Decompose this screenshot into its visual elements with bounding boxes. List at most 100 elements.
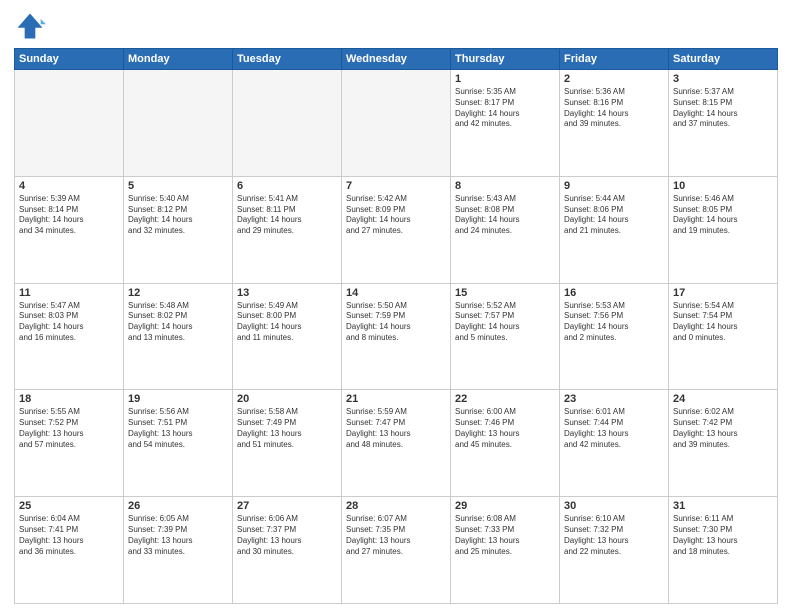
cell-info: Sunrise: 6:11 AMSunset: 7:30 PMDaylight:… <box>673 514 773 557</box>
cell-day-number: 2 <box>564 73 664 85</box>
cell-info: Sunrise: 5:40 AMSunset: 8:12 PMDaylight:… <box>128 194 228 237</box>
cell-day-number: 29 <box>455 500 555 512</box>
logo-icon <box>14 10 46 42</box>
calendar-cell: 24Sunrise: 6:02 AMSunset: 7:42 PMDayligh… <box>669 390 778 497</box>
cell-day-number: 13 <box>237 287 337 299</box>
cell-day-number: 15 <box>455 287 555 299</box>
calendar-cell: 5 Sunrise: 5:40 AMSunset: 8:12 PMDaylight… <box>124 176 233 283</box>
calendar-header-saturday: Saturday <box>669 49 778 70</box>
calendar-cell: 11Sunrise: 5:47 AMSunset: 8:03 PMDayligh… <box>15 283 124 390</box>
calendar-cell: 29 Sunrise: 6:08 AMSunset: 7:33 PMDayligh… <box>451 497 560 604</box>
calendar-cell: 28 Sunrise: 6:07 AMSunset: 7:35 PMDayligh… <box>342 497 451 604</box>
cell-info: Sunrise: 5:56 AMSunset: 7:51 PMDaylight:… <box>128 407 228 450</box>
cell-day-number: 30 <box>564 500 664 512</box>
cell-day-number: 23 <box>564 393 664 405</box>
cell-info: Sunrise: 6:07 AMSunset: 7:35 PMDaylight:… <box>346 514 446 557</box>
cell-info: Sunrise: 5:43 AMSunset: 8:08 PMDaylight:… <box>455 194 555 237</box>
cell-info: Sunrise: 5:46 AMSunset: 8:05 PMDaylight:… <box>673 194 773 237</box>
cell-info: Sunrise: 5:47 AMSunset: 8:03 PMDaylight:… <box>19 301 119 344</box>
calendar-cell: 23 Sunrise: 6:01 AMSunset: 7:44 PMDayligh… <box>560 390 669 497</box>
cell-day-number: 8 <box>455 180 555 192</box>
cell-info: Sunrise: 5:36 AMSunset: 8:16 PMDaylight:… <box>564 87 664 130</box>
cell-info: Sunrise: 6:04 AMSunset: 7:41 PMDaylight:… <box>19 514 119 557</box>
calendar-cell: 31 Sunrise: 6:11 AMSunset: 7:30 PMDayligh… <box>669 497 778 604</box>
cell-info: Sunrise: 5:50 AMSunset: 7:59 PMDaylight:… <box>346 301 446 344</box>
cell-info: Sunrise: 5:35 AMSunset: 8:17 PMDaylight:… <box>455 87 555 130</box>
cell-info: Sunrise: 6:08 AMSunset: 7:33 PMDaylight:… <box>455 514 555 557</box>
calendar-cell: 22Sunrise: 6:00 AMSunset: 7:46 PMDayligh… <box>451 390 560 497</box>
calendar-cell: 17Sunrise: 5:54 AMSunset: 7:54 PMDayligh… <box>669 283 778 390</box>
cell-info: Sunrise: 5:49 AMSunset: 8:00 PMDaylight:… <box>237 301 337 344</box>
cell-info: Sunrise: 5:42 AMSunset: 8:09 PMDaylight:… <box>346 194 446 237</box>
calendar-week-3: 11Sunrise: 5:47 AMSunset: 8:03 PMDayligh… <box>15 283 778 390</box>
calendar-header-friday: Friday <box>560 49 669 70</box>
cell-info: Sunrise: 6:10 AMSunset: 7:32 PMDaylight:… <box>564 514 664 557</box>
calendar-cell: 7 Sunrise: 5:42 AMSunset: 8:09 PMDaylight… <box>342 176 451 283</box>
cell-day-number: 14 <box>346 287 446 299</box>
logo <box>14 10 50 42</box>
calendar-cell <box>233 70 342 177</box>
calendar-cell: 14 Sunrise: 5:50 AMSunset: 7:59 PMDayligh… <box>342 283 451 390</box>
calendar-cell: 30 Sunrise: 6:10 AMSunset: 7:32 PMDayligh… <box>560 497 669 604</box>
calendar-cell: 26Sunrise: 6:05 AMSunset: 7:39 PMDayligh… <box>124 497 233 604</box>
calendar-cell: 16Sunrise: 5:53 AMSunset: 7:56 PMDayligh… <box>560 283 669 390</box>
calendar-cell <box>124 70 233 177</box>
calendar-cell: 25 Sunrise: 6:04 AMSunset: 7:41 PMDayligh… <box>15 497 124 604</box>
cell-info: Sunrise: 5:55 AMSunset: 7:52 PMDaylight:… <box>19 407 119 450</box>
cell-day-number: 1 <box>455 73 555 85</box>
cell-info: Sunrise: 5:37 AMSunset: 8:15 PMDaylight:… <box>673 87 773 130</box>
calendar-header-row: SundayMondayTuesdayWednesdayThursdayFrid… <box>15 49 778 70</box>
calendar-header-sunday: Sunday <box>15 49 124 70</box>
calendar-cell: 13 Sunrise: 5:49 AMSunset: 8:00 PMDayligh… <box>233 283 342 390</box>
cell-day-number: 17 <box>673 287 773 299</box>
cell-day-number: 25 <box>19 500 119 512</box>
cell-day-number: 4 <box>19 180 119 192</box>
calendar-cell: 1 Sunrise: 5:35 AMSunset: 8:17 PMDaylight… <box>451 70 560 177</box>
calendar-cell: 4 Sunrise: 5:39 AMSunset: 8:14 PMDaylight… <box>15 176 124 283</box>
calendar-week-2: 4 Sunrise: 5:39 AMSunset: 8:14 PMDaylight… <box>15 176 778 283</box>
calendar-week-1: 1 Sunrise: 5:35 AMSunset: 8:17 PMDaylight… <box>15 70 778 177</box>
cell-info: Sunrise: 5:41 AMSunset: 8:11 PMDaylight:… <box>237 194 337 237</box>
cell-day-number: 5 <box>128 180 228 192</box>
cell-info: Sunrise: 5:58 AMSunset: 7:49 PMDaylight:… <box>237 407 337 450</box>
cell-day-number: 6 <box>237 180 337 192</box>
cell-info: Sunrise: 6:00 AMSunset: 7:46 PMDaylight:… <box>455 407 555 450</box>
header <box>14 10 778 42</box>
cell-day-number: 27 <box>237 500 337 512</box>
calendar-header-thursday: Thursday <box>451 49 560 70</box>
cell-day-number: 12 <box>128 287 228 299</box>
cell-info: Sunrise: 5:59 AMSunset: 7:47 PMDaylight:… <box>346 407 446 450</box>
calendar: SundayMondayTuesdayWednesdayThursdayFrid… <box>14 48 778 604</box>
cell-day-number: 19 <box>128 393 228 405</box>
calendar-cell <box>15 70 124 177</box>
cell-info: Sunrise: 5:52 AMSunset: 7:57 PMDaylight:… <box>455 301 555 344</box>
calendar-cell: 8 Sunrise: 5:43 AMSunset: 8:08 PMDaylight… <box>451 176 560 283</box>
calendar-cell: 18Sunrise: 5:55 AMSunset: 7:52 PMDayligh… <box>15 390 124 497</box>
cell-day-number: 28 <box>346 500 446 512</box>
calendar-header-wednesday: Wednesday <box>342 49 451 70</box>
calendar-cell: 3 Sunrise: 5:37 AMSunset: 8:15 PMDaylight… <box>669 70 778 177</box>
calendar-week-4: 18Sunrise: 5:55 AMSunset: 7:52 PMDayligh… <box>15 390 778 497</box>
cell-info: Sunrise: 6:06 AMSunset: 7:37 PMDaylight:… <box>237 514 337 557</box>
cell-info: Sunrise: 6:05 AMSunset: 7:39 PMDaylight:… <box>128 514 228 557</box>
cell-day-number: 16 <box>564 287 664 299</box>
cell-info: Sunrise: 6:02 AMSunset: 7:42 PMDaylight:… <box>673 407 773 450</box>
calendar-week-5: 25 Sunrise: 6:04 AMSunset: 7:41 PMDayligh… <box>15 497 778 604</box>
calendar-cell: 10Sunrise: 5:46 AMSunset: 8:05 PMDayligh… <box>669 176 778 283</box>
calendar-cell: 15 Sunrise: 5:52 AMSunset: 7:57 PMDayligh… <box>451 283 560 390</box>
cell-day-number: 3 <box>673 73 773 85</box>
cell-info: Sunrise: 5:39 AMSunset: 8:14 PMDaylight:… <box>19 194 119 237</box>
calendar-cell: 20 Sunrise: 5:58 AMSunset: 7:49 PMDayligh… <box>233 390 342 497</box>
page: SundayMondayTuesdayWednesdayThursdayFrid… <box>0 0 792 612</box>
cell-day-number: 20 <box>237 393 337 405</box>
calendar-cell: 6 Sunrise: 5:41 AMSunset: 8:11 PMDaylight… <box>233 176 342 283</box>
cell-day-number: 7 <box>346 180 446 192</box>
cell-info: Sunrise: 6:01 AMSunset: 7:44 PMDaylight:… <box>564 407 664 450</box>
calendar-header-monday: Monday <box>124 49 233 70</box>
calendar-cell <box>342 70 451 177</box>
cell-info: Sunrise: 5:48 AMSunset: 8:02 PMDaylight:… <box>128 301 228 344</box>
calendar-cell: 2 Sunrise: 5:36 AMSunset: 8:16 PMDaylight… <box>560 70 669 177</box>
calendar-cell: 21Sunrise: 5:59 AMSunset: 7:47 PMDayligh… <box>342 390 451 497</box>
cell-day-number: 31 <box>673 500 773 512</box>
calendar-cell: 9Sunrise: 5:44 AMSunset: 8:06 PMDaylight… <box>560 176 669 283</box>
